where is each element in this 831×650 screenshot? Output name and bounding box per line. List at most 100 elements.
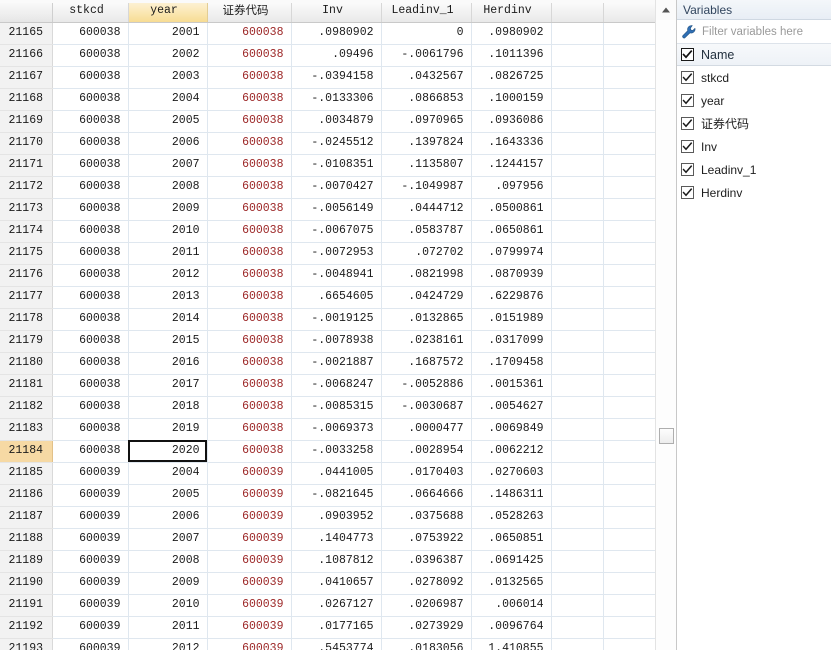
table-row[interactable]: 21187 600039 2006 600039.0903952.0375688.05…	[0, 506, 656, 529]
cell-inv[interactable]: .0410657	[291, 572, 382, 595]
cell-year[interactable]: 2014	[128, 308, 208, 331]
cell-empty-2[interactable]	[603, 44, 656, 67]
column-header-inv[interactable]: Inv	[291, 0, 382, 23]
variables-filter-row[interactable]: Filter variables here	[677, 20, 831, 44]
cell-empty-2[interactable]	[603, 440, 656, 463]
cell-leadinv-1[interactable]: -.0061796	[381, 44, 472, 67]
cell-empty-1[interactable]	[551, 594, 604, 617]
cell-herdinv[interactable]: .0980902	[471, 22, 552, 45]
row-number-header[interactable]: 21181	[0, 374, 53, 397]
row-number-header[interactable]: 21190	[0, 572, 53, 595]
cell-zhengquandaima[interactable]: 600038	[207, 352, 292, 375]
table-row[interactable]: 21182 600038 2018 600038 -.0085315 -.0030687.…	[0, 396, 656, 419]
cell-empty-2[interactable]	[603, 396, 656, 419]
cell-empty-1[interactable]	[551, 22, 604, 45]
cell-year[interactable]: 2007	[128, 528, 208, 551]
cell-empty-2[interactable]	[603, 616, 656, 639]
cell-herdinv[interactable]: .0015361	[471, 374, 552, 397]
cell-zhengquandaima[interactable]: 600039	[207, 572, 292, 595]
cell-leadinv-1[interactable]: -.0052886	[381, 374, 472, 397]
cell-leadinv-1[interactable]: .0132865	[381, 308, 472, 331]
row-number-header[interactable]: 21165	[0, 22, 53, 45]
cell-empty-1[interactable]	[551, 176, 604, 199]
cell-leadinv-1[interactable]: .0170403	[381, 462, 472, 485]
cell-leadinv-1[interactable]: .0583787	[381, 220, 472, 243]
cell-year[interactable]: 2016	[128, 352, 208, 375]
cell-stkcd[interactable]: 600039	[52, 572, 129, 595]
row-number-header[interactable]: 21187	[0, 506, 53, 529]
table-row[interactable]: 21174 600038 2010 600038 -.0067075.0583787.0…	[0, 220, 656, 243]
scrollbar-thumb[interactable]	[659, 428, 674, 444]
cell-inv[interactable]: -.0078938	[291, 330, 382, 353]
cell-stkcd[interactable]: 600038	[52, 286, 129, 309]
table-row[interactable]: 21188 600039 2007 600039.1404773.0753922.06…	[0, 528, 656, 551]
column-header-year[interactable]: year	[128, 0, 208, 23]
checkbox-icon[interactable]	[681, 71, 694, 84]
cell-leadinv-1[interactable]: .0753922	[381, 528, 472, 551]
cell-stkcd[interactable]: 600039	[52, 594, 129, 617]
data-table[interactable]: stkcd year 证券代码 Inv Leadinv_1 Herdinv 21…	[0, 0, 656, 650]
checkbox-icon[interactable]	[681, 117, 694, 130]
cell-stkcd[interactable]: 600038	[52, 198, 129, 221]
cell-leadinv-1[interactable]: .1135807	[381, 154, 472, 177]
table-row[interactable]: 21180 600038 2016 600038 -.0021887.1687572.1…	[0, 352, 656, 375]
cell-leadinv-1[interactable]: .0664666	[381, 484, 472, 507]
cell-herdinv[interactable]: .1244157	[471, 154, 552, 177]
cell-empty-1[interactable]	[551, 616, 604, 639]
cell-empty-1[interactable]	[551, 462, 604, 485]
cell-empty-1[interactable]	[551, 198, 604, 221]
table-row[interactable]: 21192 600039 2011 600039.0177165.0273929.00…	[0, 616, 656, 639]
table-row[interactable]: 21193 600039 2012 600039.5453774.0183056 1.4…	[0, 638, 656, 650]
cell-stkcd[interactable]: 600038	[52, 418, 129, 441]
cell-year[interactable]: 2011	[128, 616, 208, 639]
cell-zhengquandaima[interactable]: 600038	[207, 44, 292, 67]
cell-stkcd[interactable]: 600038	[52, 440, 129, 463]
cell-empty-1[interactable]	[551, 220, 604, 243]
cell-year[interactable]: 2018	[128, 396, 208, 419]
table-row[interactable]: 21185 600039 2004 600039.0441005.0170403.02…	[0, 462, 656, 485]
table-row[interactable]: 21177 600038 2013 600038.6654605.0424729.62…	[0, 286, 656, 309]
cell-herdinv[interactable]: .097956	[471, 176, 552, 199]
cell-empty-1[interactable]	[551, 440, 604, 463]
table-row[interactable]: 21186 600039 2005 600039 -.0821645.0664666.1…	[0, 484, 656, 507]
row-number-header[interactable]: 21182	[0, 396, 53, 419]
data-editor-grid[interactable]: stkcd year 证券代码 Inv Leadinv_1 Herdinv 21…	[0, 0, 676, 650]
cell-leadinv-1[interactable]: -.0030687	[381, 396, 472, 419]
cell-year[interactable]: 2006	[128, 506, 208, 529]
cell-herdinv[interactable]: .0096764	[471, 616, 552, 639]
cell-empty-1[interactable]	[551, 396, 604, 419]
row-number-header[interactable]: 21180	[0, 352, 53, 375]
cell-herdinv[interactable]: .1011396	[471, 44, 552, 67]
cell-empty-2[interactable]	[603, 484, 656, 507]
cell-empty-1[interactable]	[551, 110, 604, 133]
grid-corner-header[interactable]	[0, 0, 53, 23]
cell-stkcd[interactable]: 600038	[52, 44, 129, 67]
cell-empty-1[interactable]	[551, 66, 604, 89]
cell-stkcd[interactable]: 600038	[52, 66, 129, 89]
cell-year[interactable]: 2012	[128, 264, 208, 287]
cell-inv[interactable]: -.0072953	[291, 242, 382, 265]
cell-empty-1[interactable]	[551, 88, 604, 111]
cell-stkcd[interactable]: 600038	[52, 88, 129, 111]
cell-herdinv[interactable]: .0650861	[471, 220, 552, 243]
cell-year[interactable]: 2004	[128, 88, 208, 111]
cell-empty-1[interactable]	[551, 572, 604, 595]
row-number-header[interactable]: 21174	[0, 220, 53, 243]
cell-leadinv-1[interactable]: .0424729	[381, 286, 472, 309]
row-number-header[interactable]: 21170	[0, 132, 53, 155]
cell-empty-2[interactable]	[603, 242, 656, 265]
cell-zhengquandaima[interactable]: 600038	[207, 154, 292, 177]
cell-herdinv[interactable]: .0650851	[471, 528, 552, 551]
variable-list-item[interactable]: Herdinv	[677, 181, 831, 204]
cell-empty-2[interactable]	[603, 154, 656, 177]
cell-empty-2[interactable]	[603, 550, 656, 573]
row-number-header[interactable]: 21171	[0, 154, 53, 177]
cell-empty-1[interactable]	[551, 154, 604, 177]
cell-zhengquandaima[interactable]: 600038	[207, 132, 292, 155]
cell-year[interactable]: 2006	[128, 132, 208, 155]
cell-herdinv[interactable]: .1709458	[471, 352, 552, 375]
column-header-leadinv-1[interactable]: Leadinv_1	[381, 0, 472, 23]
cell-empty-1[interactable]	[551, 308, 604, 331]
cell-empty-1[interactable]	[551, 374, 604, 397]
cell-inv[interactable]: .1404773	[291, 528, 382, 551]
